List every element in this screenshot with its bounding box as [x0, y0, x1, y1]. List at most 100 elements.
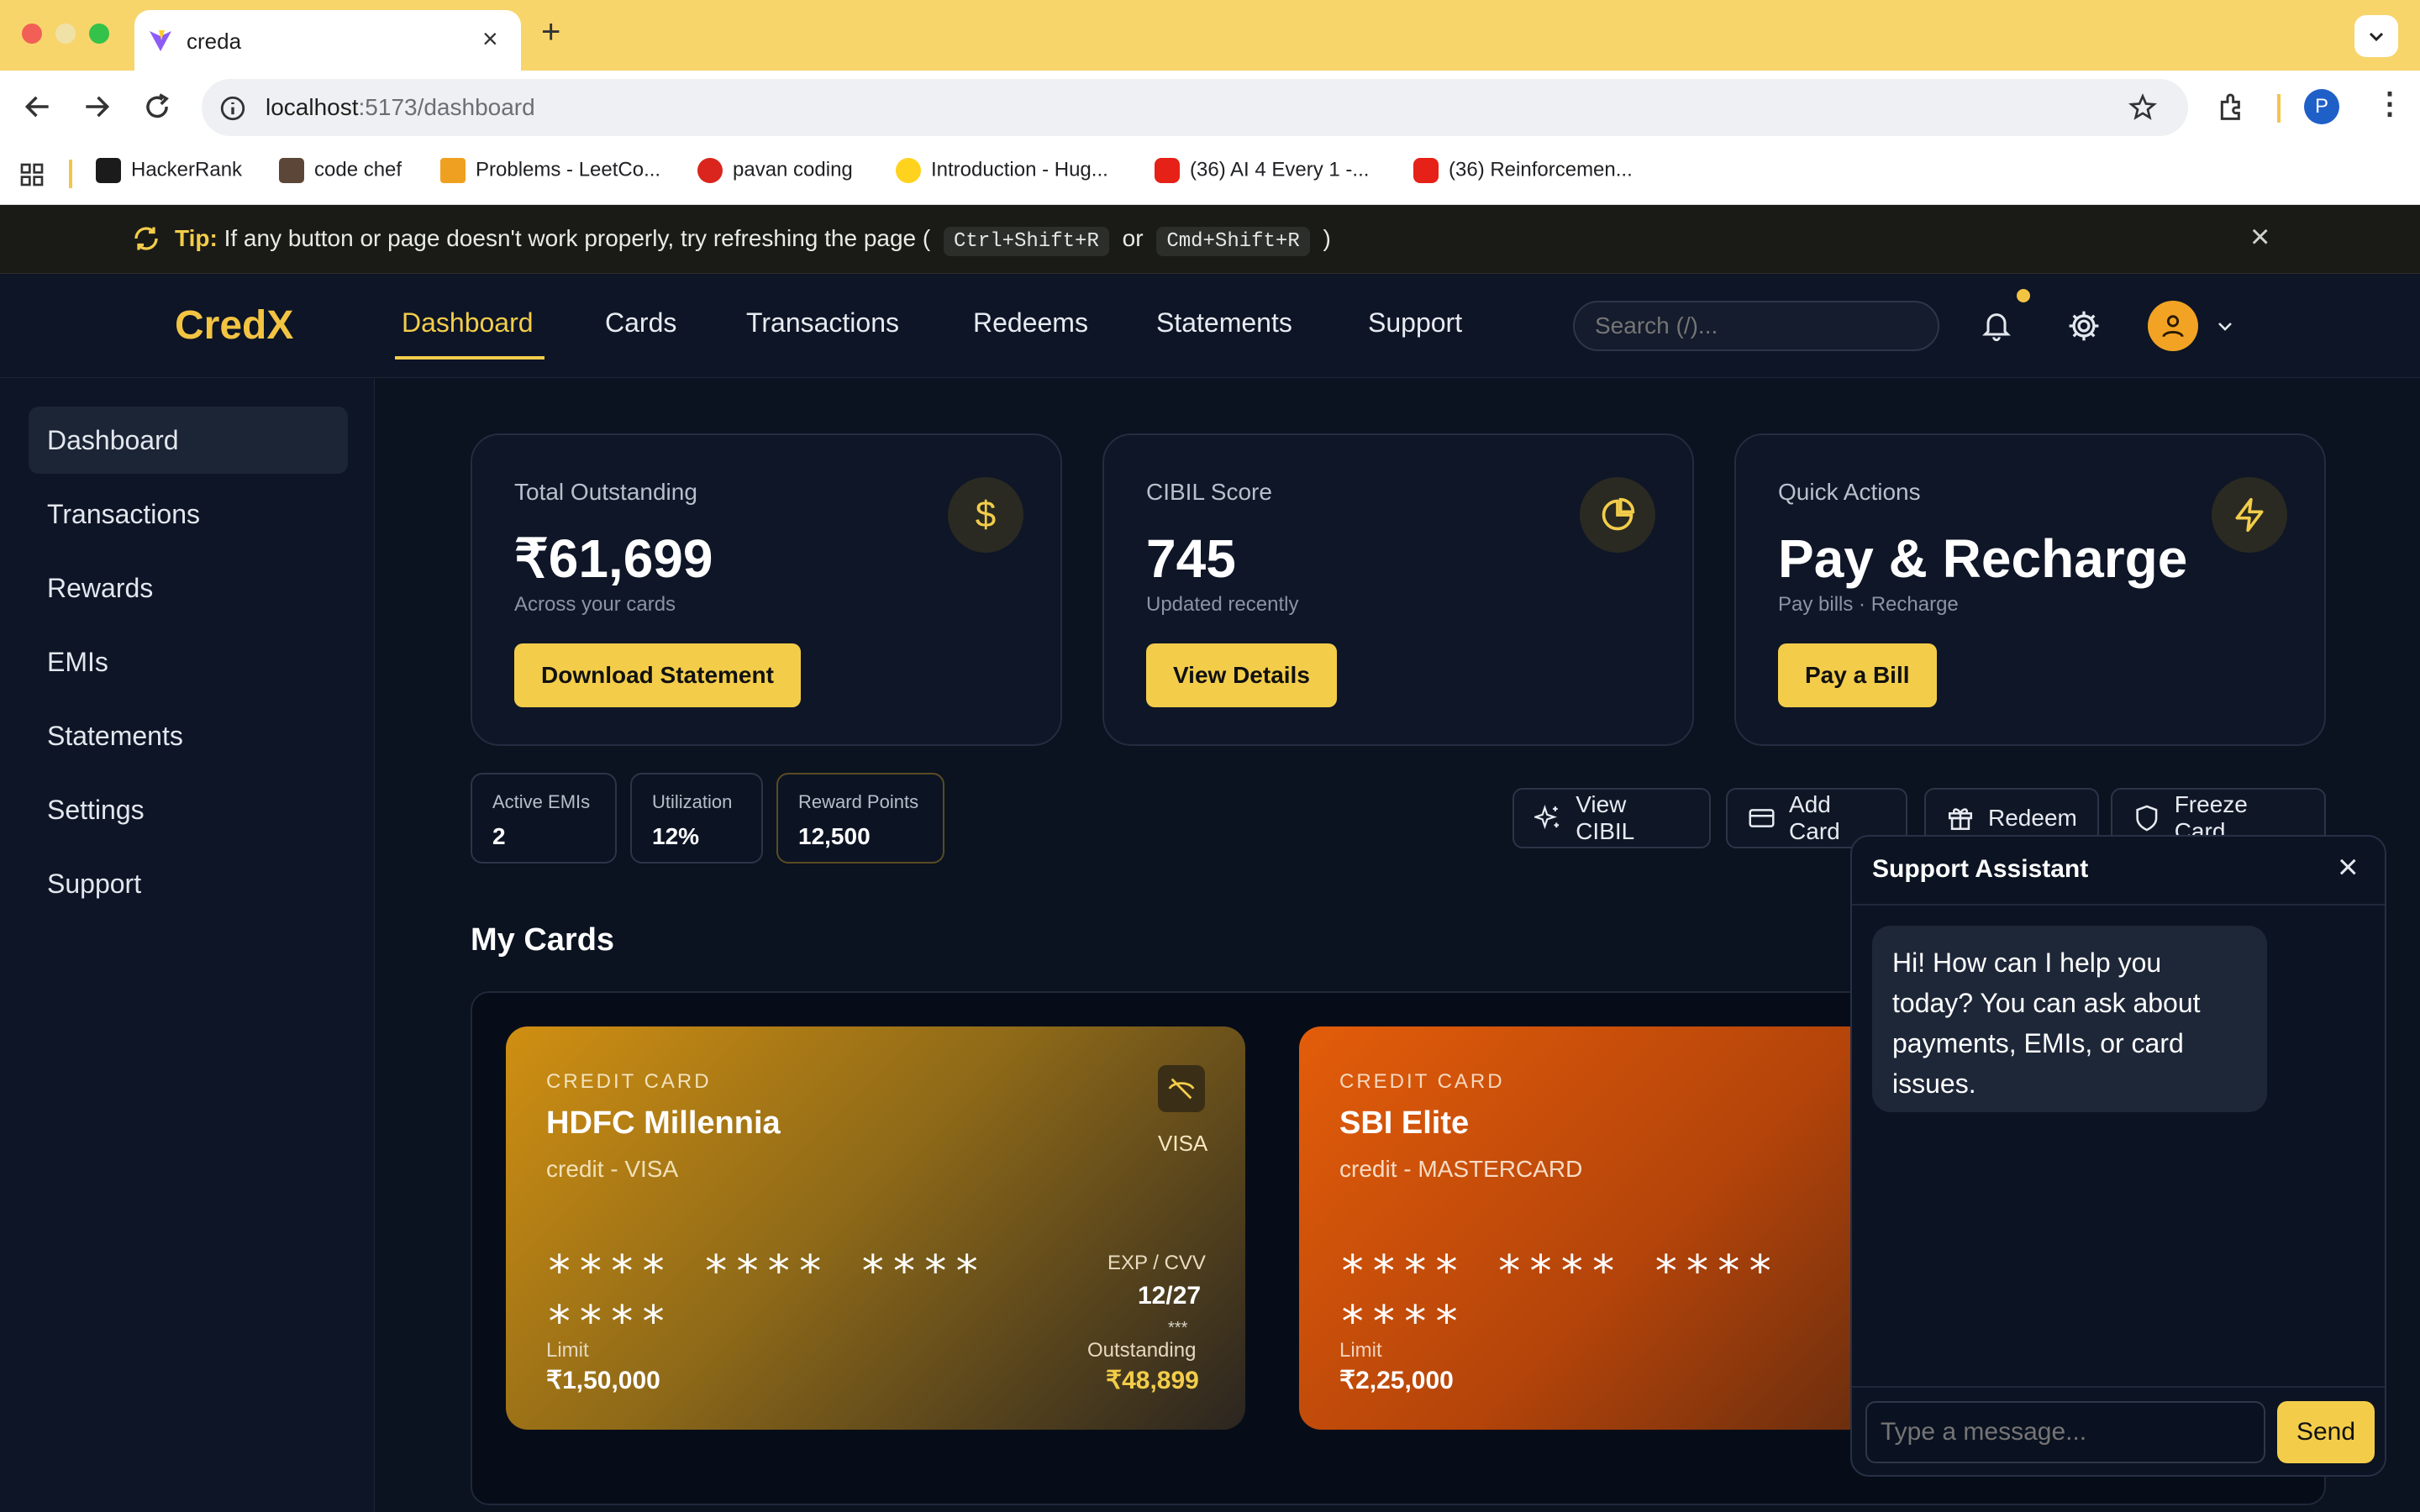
search-input[interactable] — [1573, 301, 1939, 351]
nav-support[interactable]: Support — [1368, 307, 1462, 339]
send-button[interactable]: Send — [2277, 1401, 2375, 1463]
chevron-down-icon — [2369, 32, 2384, 42]
url-text: localhost:5173/dashboard — [266, 94, 535, 120]
card-name: HDFC Millennia — [546, 1105, 781, 1141]
user-icon — [2162, 315, 2184, 338]
support-chat-panel: Support Assistant × Hi! How can I help y… — [1850, 835, 2386, 1477]
profile-avatar[interactable]: P — [2304, 89, 2339, 124]
card-network: VISA — [1158, 1131, 1208, 1156]
nav-redeems[interactable]: Redeems — [973, 307, 1088, 339]
mini-label: Active EMIs — [492, 791, 591, 812]
extensions-puzzle-icon[interactable] — [2215, 91, 2249, 124]
stat-sub: Updated recently — [1146, 593, 1299, 616]
minimize-window-button[interactable] — [55, 24, 76, 44]
tab-title: creda — [187, 29, 242, 54]
new-tab-button[interactable]: + — [541, 13, 560, 51]
sidebar-item-dashboard[interactable]: Dashboard — [29, 407, 348, 474]
active-emis-stat: Active EMIs 2 — [471, 773, 617, 864]
bookmark-hackerrank[interactable]: HackerRank — [96, 158, 242, 183]
view-details-button[interactable]: View Details — [1146, 643, 1337, 707]
shield-icon — [2136, 805, 2158, 832]
eye-off-icon[interactable] — [1158, 1065, 1205, 1112]
close-window-button[interactable] — [22, 24, 42, 44]
gear-icon[interactable] — [2065, 307, 2102, 344]
dollar-icon: $ — [948, 477, 1023, 553]
sidebar-item-support[interactable]: Support — [29, 850, 348, 917]
user-avatar[interactable] — [2148, 301, 2198, 351]
view-cibil-button[interactable]: View CIBIL — [1512, 788, 1711, 848]
card-limit: ₹1,50,000 — [546, 1367, 660, 1394]
logo[interactable]: CredX — [175, 302, 293, 349]
youtube-icon — [1155, 158, 1180, 183]
browser-tab-strip: creda × + — [0, 0, 2420, 71]
card-limit: ₹2,25,000 — [1339, 1367, 1454, 1394]
refresh-icon — [134, 227, 158, 250]
bookmark-pavan-coding[interactable]: pavan coding — [697, 158, 853, 183]
sidebar-item-transactions[interactable]: Transactions — [29, 480, 348, 548]
exp-label: EXP / CVV — [1107, 1252, 1206, 1274]
forward-arrow-icon[interactable] — [81, 91, 113, 123]
chat-close-icon[interactable]: × — [2338, 847, 2359, 887]
chevron-down-icon[interactable] — [2213, 316, 2237, 336]
nav-statements[interactable]: Statements — [1156, 307, 1292, 339]
apps-grid-icon[interactable] — [18, 161, 45, 188]
cibil-panel: CIBIL Score 745 Updated recently View De… — [1102, 433, 1694, 746]
stat-value: 745 — [1146, 528, 1236, 589]
address-bar[interactable]: localhost:5173/dashboard — [202, 79, 2188, 136]
sidebar-item-statements[interactable]: Statements — [29, 702, 348, 769]
card-exp: 12/27 — [1138, 1282, 1202, 1310]
sidebar-item-settings[interactable]: Settings — [29, 776, 348, 843]
bookmark-star-icon[interactable] — [2128, 92, 2158, 123]
sidebar-item-emis[interactable]: EMIs — [29, 628, 348, 696]
card-sub: credit - VISA — [546, 1156, 679, 1182]
mini-value: 12% — [652, 823, 700, 849]
tip-close-icon[interactable]: × — [2250, 218, 2270, 256]
nav-cards[interactable]: Cards — [605, 307, 676, 339]
chat-title: Support Assistant — [1872, 855, 2089, 883]
browser-toolbar: localhost:5173/dashboard P ⋮ HackerRank … — [0, 71, 2420, 205]
gift-icon — [1948, 808, 1973, 831]
lightning-icon — [2212, 477, 2287, 553]
pie-chart-icon — [1580, 477, 1655, 553]
stat-label: Total Outstanding — [514, 479, 697, 505]
card-hdfc[interactable]: CREDIT CARD HDFC Millennia credit - VISA… — [506, 1026, 1245, 1430]
total-outstanding-panel: Total Outstanding ₹61,699 Across your ca… — [471, 433, 1062, 746]
sidebar: Dashboard Transactions Rewards EMIs Stat… — [0, 378, 375, 1512]
top-nav: CredX Dashboard Cards Transactions Redee… — [0, 274, 2420, 378]
card-type: CREDIT CARD — [1339, 1070, 1505, 1093]
browser-menu-icon[interactable]: ⋮ — [2375, 86, 2405, 121]
sidebar-item-rewards[interactable]: Rewards — [29, 554, 348, 622]
tab-close-icon[interactable]: × — [482, 24, 498, 55]
bookmark-ai4every1[interactable]: (36) AI 4 Every 1 -... — [1155, 158, 1369, 183]
nav-dashboard[interactable]: Dashboard — [402, 307, 534, 339]
vite-favicon-icon — [150, 30, 171, 51]
limit-label: Limit — [1339, 1339, 1382, 1362]
stat-label: Quick Actions — [1778, 479, 1921, 505]
maximize-window-button[interactable] — [89, 24, 109, 44]
mini-label: Utilization — [652, 791, 733, 812]
leetcode-icon — [440, 158, 466, 183]
nav-transactions[interactable]: Transactions — [746, 307, 899, 339]
bookmark-huggingface[interactable]: Introduction - Hug... — [896, 158, 1108, 183]
bookmark-leetcode[interactable]: Problems - LeetCo... — [440, 158, 660, 183]
huggingface-icon — [896, 158, 921, 183]
download-statement-button[interactable]: Download Statement — [514, 643, 801, 707]
back-arrow-icon[interactable] — [22, 91, 54, 123]
browser-tab[interactable]: creda × — [134, 10, 521, 71]
site-info-icon[interactable] — [218, 94, 247, 123]
bookmarks-divider — [69, 160, 72, 188]
notification-dot — [2017, 289, 2030, 302]
chat-divider — [1852, 904, 2385, 906]
quick-actions-panel: Quick Actions Pay & Recharge Pay bills ·… — [1734, 433, 2326, 746]
pay-bill-button[interactable]: Pay a Bill — [1778, 643, 1937, 707]
chat-input[interactable] — [1865, 1401, 2265, 1463]
bookmark-reinforcement[interactable]: (36) Reinforcemen... — [1413, 158, 1633, 183]
outstanding-label: Outstanding — [1087, 1339, 1197, 1362]
hackerrank-icon — [96, 158, 121, 183]
bookmark-codechef[interactable]: code chef — [279, 158, 402, 183]
codechef-icon — [279, 158, 304, 183]
tab-search-button[interactable] — [2354, 15, 2398, 57]
reload-icon[interactable] — [141, 91, 173, 123]
bell-icon[interactable] — [1980, 307, 2013, 344]
stat-sub: Across your cards — [514, 593, 676, 616]
